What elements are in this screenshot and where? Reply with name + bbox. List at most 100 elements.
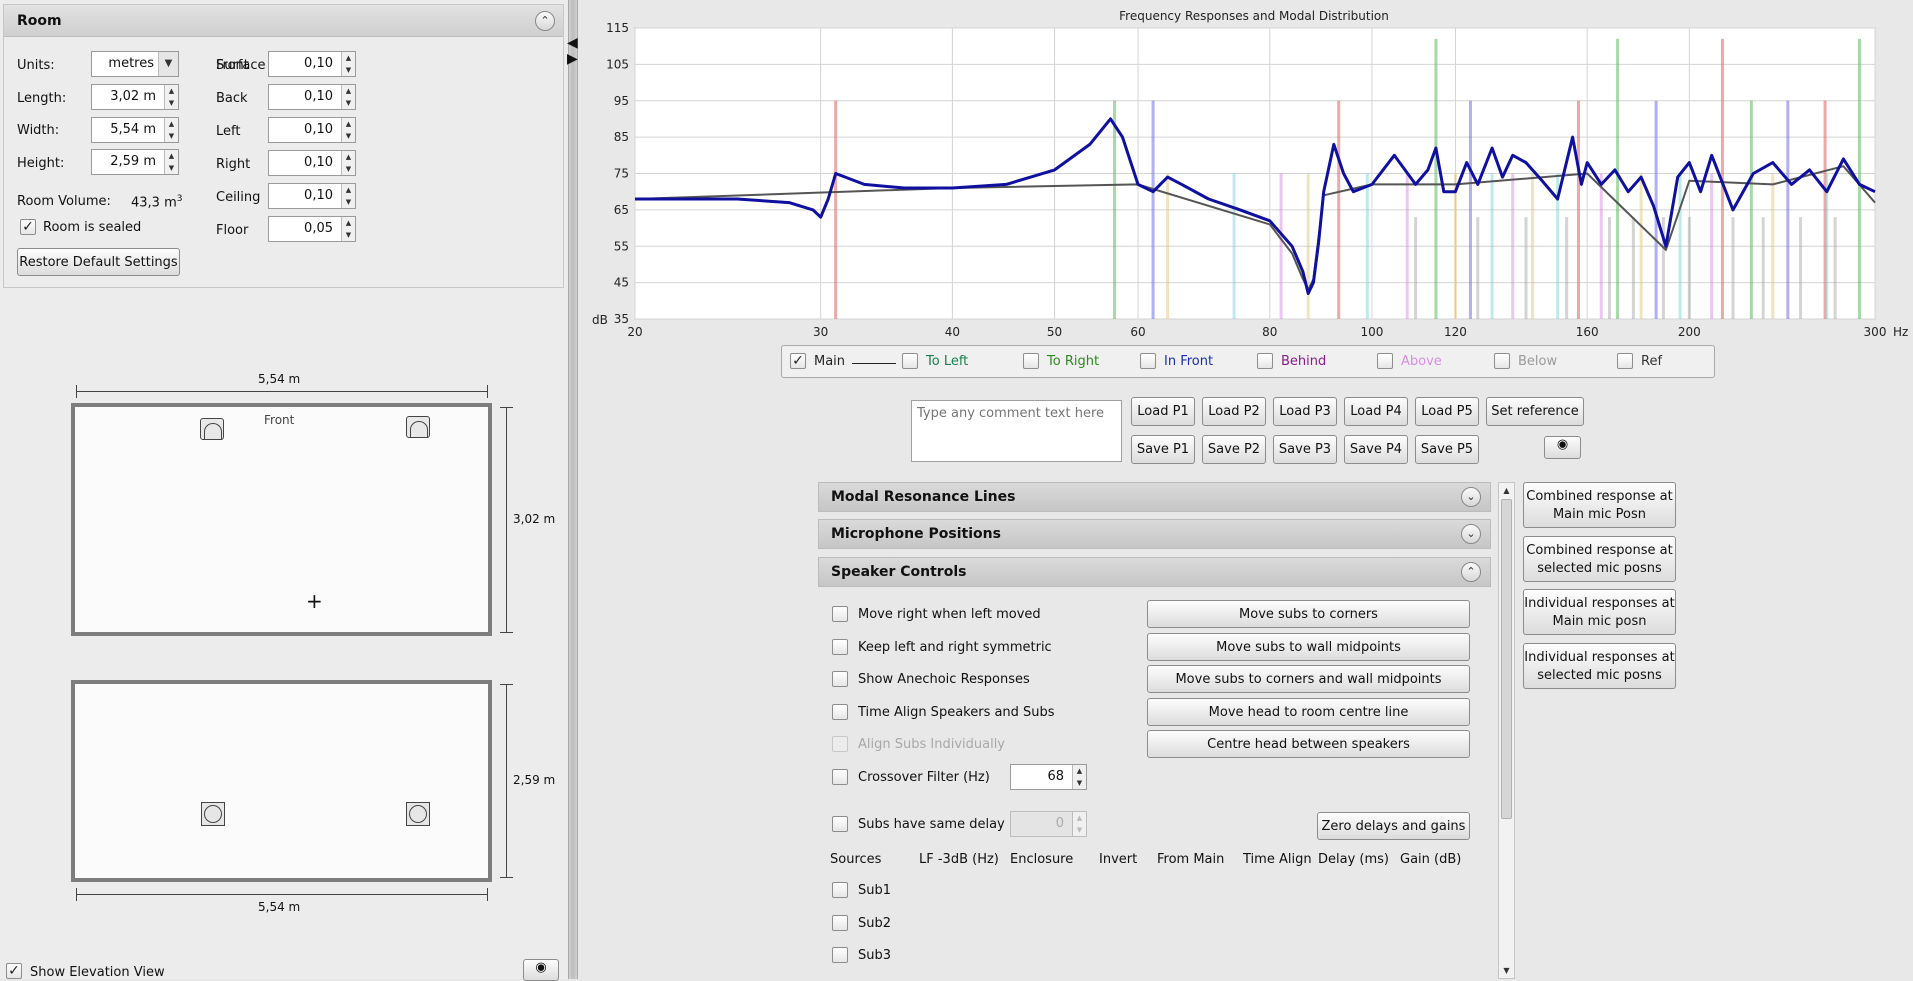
spinner-arrows-icon[interactable]: ▲ ▼ <box>341 118 355 142</box>
absorption-right-spinner[interactable]: 0,10 ▲ ▼ <box>268 150 356 176</box>
option-checkbox[interactable] <box>832 606 848 622</box>
option-checkbox[interactable] <box>832 671 848 687</box>
legend-to-left-checkbox[interactable] <box>902 353 918 369</box>
chart-title: Frequency Responses and Modal Distributi… <box>1119 9 1389 23</box>
width-spinner[interactable]: 5,54 m ▲ ▼ <box>91 117 179 143</box>
width-label: Width: <box>17 123 60 138</box>
option-checkbox[interactable] <box>832 703 848 720</box>
legend-main-checkbox[interactable]: ✓ <box>790 353 806 369</box>
sub3-checkbox[interactable] <box>832 947 848 963</box>
expand-modal-icon[interactable]: ⌄ <box>1461 487 1481 507</box>
show-elevation-checkbox[interactable]: ✓ <box>6 963 22 979</box>
absorption-ceiling-spinner[interactable]: 0,10 ▲ ▼ <box>268 183 356 209</box>
legend-above-checkbox[interactable] <box>1377 353 1393 369</box>
collapse-left-arrow-icon[interactable]: ◀ <box>567 35 578 51</box>
left-sub-icon[interactable] <box>201 802 225 826</box>
collapse-speakers-icon[interactable]: ⌃ <box>1461 562 1481 582</box>
sub1-checkbox[interactable] <box>832 882 848 898</box>
spinner-arrows-icon[interactable]: ▲ ▼ <box>164 150 178 174</box>
speaker-controls-panel: Move right when left moved Keep left and … <box>818 588 1491 979</box>
legend-below-checkbox[interactable] <box>1494 353 1510 369</box>
dropdown-arrow-icon[interactable]: ▼ <box>158 52 178 76</box>
left-speaker-icon[interactable] <box>200 418 224 440</box>
option-label: Show Anechoic Responses <box>858 672 1030 687</box>
speaker-controls-section-header[interactable]: Speaker Controls <box>818 557 1491 587</box>
set-reference-button[interactable]: Set reference <box>1486 397 1584 426</box>
scroll-down-arrow-icon[interactable]: ▼ <box>1499 964 1514 978</box>
expand-mics-icon[interactable]: ⌄ <box>1461 524 1481 544</box>
absorption-front-spinner[interactable]: 0,10 ▲ ▼ <box>268 51 356 77</box>
load-p1-button[interactable]: Load P1 <box>1131 397 1195 426</box>
height-spinner[interactable]: 2,59 m ▲ ▼ <box>91 149 179 175</box>
pane-splitter[interactable]: ◀ ▶ <box>567 0 578 979</box>
modal-resonance-section-header[interactable]: Modal Resonance Lines <box>818 482 1491 512</box>
room-panel-title: Room <box>4 5 563 37</box>
collapse-room-panel-icon[interactable]: ⌃ <box>535 11 555 31</box>
column-header: Sources <box>830 852 882 867</box>
response-mode-button[interactable]: Combined response at Main mic Posn <box>1523 482 1676 528</box>
room-plan-view[interactable]: Front + <box>71 403 492 636</box>
camera-icon[interactable]: ◉ <box>523 959 559 981</box>
spinner-arrows-icon[interactable]: ▲ ▼ <box>341 217 355 241</box>
zero-delays-button[interactable]: Zero delays and gains <box>1317 812 1470 840</box>
legend-behind-checkbox[interactable] <box>1257 353 1273 369</box>
right-sub-icon[interactable] <box>406 802 430 826</box>
absorption-left-spinner[interactable]: 0,10 ▲ ▼ <box>268 117 356 143</box>
spinner-arrows-icon[interactable]: ▲ ▼ <box>341 151 355 175</box>
response-mode-button[interactable]: Individual responses at selected mic posn… <box>1523 642 1676 689</box>
spinner-arrows-icon[interactable]: ▲ ▼ <box>341 52 355 76</box>
save-p4-button[interactable]: Save P4 <box>1344 435 1408 464</box>
comment-textarea[interactable] <box>911 400 1122 462</box>
load-p4-button[interactable]: Load P4 <box>1344 397 1408 426</box>
speaker-action-button[interactable]: Move subs to wall midpoints <box>1147 632 1470 661</box>
save-p2-button[interactable]: Save P2 <box>1202 435 1266 464</box>
camera-icon[interactable]: ◉ <box>1544 436 1581 459</box>
option-checkbox[interactable] <box>832 638 848 655</box>
speaker-action-button[interactable]: Move head to room centre line <box>1147 697 1470 726</box>
room-panel: Room ⌃ Units: metres ▼ Length: 3,02 m ▲ ▼… <box>3 4 564 288</box>
scroll-up-arrow-icon[interactable]: ▲ <box>1499 483 1514 499</box>
response-mode-button[interactable]: Combined response at selected mic posns <box>1523 535 1676 582</box>
speaker-panel-scrollbar[interactable]: ▲ ▼ <box>1498 482 1515 979</box>
save-p5-button[interactable]: Save P5 <box>1415 435 1479 464</box>
listening-position-crosshair-icon[interactable]: + <box>306 591 323 611</box>
scrollbar-thumb[interactable] <box>1501 499 1512 819</box>
spinner-arrows-icon[interactable]: ▲ ▼ <box>164 118 178 142</box>
crossover-spinner[interactable]: 68 ▲ ▼ <box>1010 764 1087 790</box>
spinner-arrows-icon[interactable]: ▲ ▼ <box>341 85 355 109</box>
length-spinner[interactable]: 3,02 m ▲ ▼ <box>91 84 179 110</box>
microphone-positions-section-header[interactable]: Microphone Positions <box>818 519 1491 549</box>
load-p5-button[interactable]: Load P5 <box>1415 397 1479 426</box>
room-sealed-checkbox[interactable]: ✓ <box>20 219 36 235</box>
right-speaker-icon[interactable] <box>406 416 430 438</box>
speaker-action-button[interactable]: Move subs to corners <box>1147 600 1470 628</box>
speaker-action-button[interactable]: Centre head between speakers <box>1147 730 1470 758</box>
sub2-checkbox[interactable] <box>832 914 848 931</box>
legend-ref-checkbox[interactable] <box>1617 353 1633 369</box>
legend-to-right-checkbox[interactable] <box>1023 353 1039 369</box>
response-mode-button[interactable]: Individual responses at Main mic posn <box>1523 589 1676 635</box>
units-select[interactable]: metres ▼ <box>91 51 179 77</box>
dimension-tick <box>500 407 513 408</box>
legend-in-front-checkbox[interactable] <box>1140 353 1156 369</box>
left-pane: Room ⌃ Units: metres ▼ Length: 3,02 m ▲ ▼… <box>0 0 568 981</box>
expand-right-arrow-icon[interactable]: ▶ <box>567 51 578 67</box>
spinner-arrows-icon[interactable]: ▲ ▼ <box>341 184 355 208</box>
absorption-floor-spinner[interactable]: 0,05 ▲ ▼ <box>268 216 356 242</box>
crossover-checkbox[interactable] <box>832 769 848 785</box>
load-p2-button[interactable]: Load P2 <box>1202 397 1266 426</box>
absorption-back-spinner[interactable]: 0,10 ▲ ▼ <box>268 84 356 110</box>
spinner-arrows-icon[interactable]: ▲ ▼ <box>1072 765 1086 789</box>
save-p1-button[interactable]: Save P1 <box>1131 435 1195 464</box>
option-checkbox[interactable] <box>832 736 848 752</box>
load-p3-button[interactable]: Load P3 <box>1273 397 1337 426</box>
spinner-arrows-icon[interactable]: ▲ ▼ <box>164 85 178 109</box>
restore-defaults-button[interactable]: Restore Default Settings <box>17 248 180 276</box>
speaker-action-button[interactable]: Move subs to corners and wall midpoints <box>1147 665 1470 693</box>
subs-same-delay-checkbox[interactable] <box>832 816 848 832</box>
save-p3-button[interactable]: Save P3 <box>1273 435 1337 464</box>
subs-delay-spinner[interactable]: 0 ▲ ▼ <box>1010 811 1087 837</box>
spinner-arrows-icon[interactable]: ▲ ▼ <box>1072 812 1086 836</box>
room-elevation-view[interactable] <box>71 680 492 882</box>
frequency-response-chart[interactable]: 20 30 40 50 60 80 100 120 160 200 300 35 45 55 65 75 85 9… <box>578 0 1913 340</box>
